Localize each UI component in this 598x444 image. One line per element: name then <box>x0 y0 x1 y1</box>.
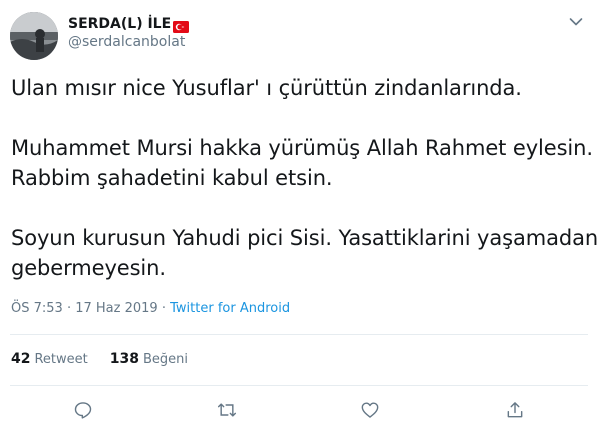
tweet-date[interactable]: 17 Haz 2019 <box>75 301 157 316</box>
name-row: SERDA(L) İLE <box>68 14 190 34</box>
divider <box>10 334 588 335</box>
chevron-down-icon[interactable] <box>566 12 586 32</box>
avatar[interactable] <box>10 12 58 60</box>
avatar-photo-icon <box>10 12 58 60</box>
share-button[interactable] <box>503 398 527 422</box>
meta-separator: · <box>161 301 166 316</box>
tweet-line: gebermeyesin. <box>11 256 166 280</box>
share-icon <box>507 402 523 418</box>
divider <box>10 385 588 386</box>
tweet-stats: 42 Retweet 138 Beğeni <box>11 351 188 367</box>
like-stat[interactable]: 138 Beğeni <box>110 351 188 367</box>
like-button[interactable] <box>358 398 382 422</box>
retweet-stat[interactable]: 42 Retweet <box>11 351 88 367</box>
reply-button[interactable] <box>71 398 95 422</box>
tweet-line: Soyun kurusun Yahudi pici Sisi. Yasattik… <box>11 226 598 250</box>
tweet-meta: ÖS 7:53 · 17 Haz 2019 · Twitter for Andr… <box>11 301 290 316</box>
tweet-time[interactable]: ÖS 7:53 <box>11 301 63 316</box>
turkey-flag-icon <box>173 18 190 33</box>
retweet-count: 42 <box>11 351 31 367</box>
retweet-button[interactable] <box>215 398 239 422</box>
tweet-line: Muhammet Mursi hakka yürümüş Allah Rahme… <box>11 136 593 160</box>
tweet-source-link[interactable]: Twitter for Android <box>170 301 290 316</box>
display-name[interactable]: SERDA(L) İLE <box>68 16 171 32</box>
retweet-icon <box>217 403 237 417</box>
tweet-text: Ulan mısır nice Yusuflar' ı çürüttün zin… <box>11 73 598 283</box>
like-count: 138 <box>109 351 139 367</box>
reply-icon <box>74 402 92 419</box>
heart-icon <box>361 402 379 418</box>
tweet-line: Ulan mısır nice Yusuflar' ı çürüttün zin… <box>11 76 522 100</box>
action-bar <box>0 398 598 422</box>
meta-separator: · <box>66 301 72 316</box>
tweet-line: Rabbim şahadetini kabul etsin. <box>11 166 333 190</box>
tweet-card: SERDA(L) İLE @serdalcanbolat Ulan mısır … <box>0 0 598 444</box>
retweet-label: Retweet <box>34 352 88 367</box>
username[interactable]: @serdalcanbolat <box>68 34 185 50</box>
like-label: Beğeni <box>143 352 189 367</box>
